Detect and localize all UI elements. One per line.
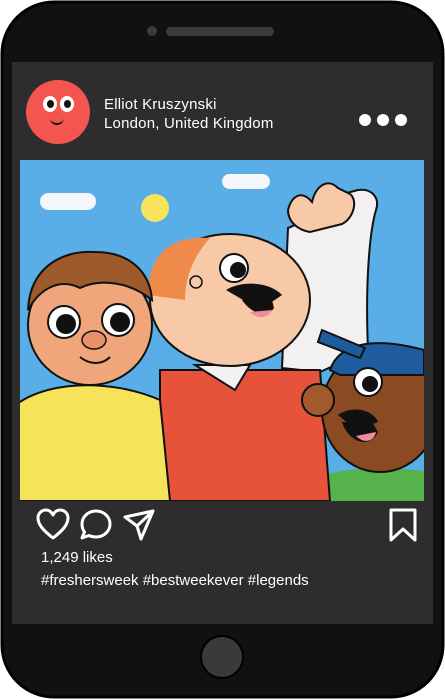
- avatar-eye-right: [60, 96, 74, 112]
- front-camera: [147, 26, 157, 36]
- avatar-mouth: [50, 116, 64, 125]
- home-button[interactable]: [200, 635, 244, 679]
- heart-icon[interactable]: [36, 508, 70, 542]
- instagram-post: Elliot Kruszynski London, United Kingdom: [12, 62, 433, 624]
- username[interactable]: Elliot Kruszynski: [104, 96, 217, 113]
- post-caption: #freshersweek #bestweekever #legends: [41, 572, 309, 589]
- paper-plane-icon[interactable]: [122, 508, 156, 542]
- bookmark-icon[interactable]: [386, 508, 420, 542]
- user-location[interactable]: London, United Kingdom: [104, 115, 274, 132]
- like-count[interactable]: 1,249 likes: [41, 549, 113, 566]
- avatar-eye-left: [43, 96, 57, 112]
- comment-bubble-icon[interactable]: [79, 508, 113, 542]
- speaker-grille: [166, 27, 274, 36]
- more-dots-icon[interactable]: [356, 112, 410, 128]
- post-photo[interactable]: [20, 160, 424, 501]
- user-avatar[interactable]: [26, 80, 90, 144]
